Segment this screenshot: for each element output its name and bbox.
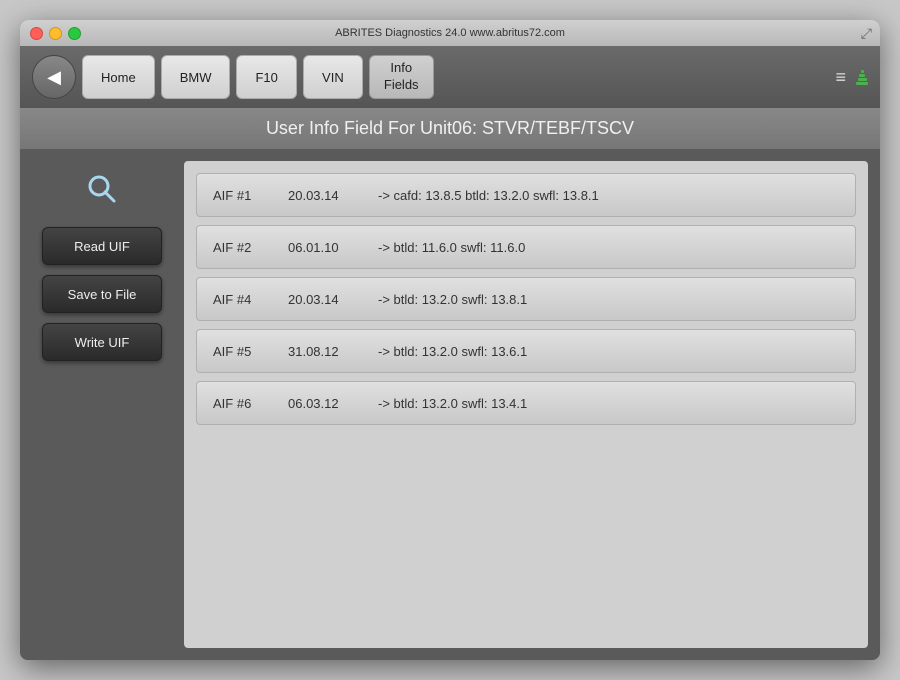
save-to-file-button[interactable]: Save to File [42,275,162,313]
write-uif-button[interactable]: Write UIF [42,323,162,361]
toolbar: ◀ Home BMW F10 VIN Info Fields ≡ [20,46,880,108]
main-window: ABRITES Diagnostics 24.0 www.abritus72.c… [20,20,880,660]
read-uif-button[interactable]: Read UIF [42,227,162,265]
vin-button[interactable]: VIN [303,55,363,99]
aif-value: -> btld: 13.2.0 swfl: 13.6.1 [378,344,527,359]
aif-date: 20.03.14 [288,292,358,307]
aif-value: -> cafd: 13.8.5 btld: 13.2.0 swfl: 13.8.… [378,188,599,203]
aif-date: 06.03.12 [288,396,358,411]
maximize-button[interactable] [68,27,81,40]
toolbar-icons: ≡ [835,67,868,88]
back-button[interactable]: ◀ [32,55,76,99]
search-button[interactable] [84,171,120,207]
aif-label: AIF #2 [213,240,268,255]
aif-value: -> btld: 13.2.0 swfl: 13.4.1 [378,396,527,411]
aif-date: 31.08.12 [288,344,358,359]
home-button[interactable]: Home [82,55,155,99]
data-panel: AIF #1 20.03.14 -> cafd: 13.8.5 btld: 13… [184,161,868,648]
aif-date: 06.01.10 [288,240,358,255]
info-fields-button[interactable]: Info Fields [369,55,434,99]
aif-label: AIF #4 [213,292,268,307]
page-title: User Info Field For Unit06: STVR/TEBF/TS… [40,118,860,139]
aif-value: -> btld: 13.2.0 swfl: 13.8.1 [378,292,527,307]
aif-date: 20.03.14 [288,188,358,203]
content-area: User Info Field For Unit06: STVR/TEBF/TS… [20,108,880,660]
aif-row[interactable]: AIF #1 20.03.14 -> cafd: 13.8.5 btld: 13… [196,173,856,217]
close-button[interactable] [30,27,43,40]
menu-icon[interactable]: ≡ [835,67,846,88]
aif-row[interactable]: AIF #4 20.03.14 -> btld: 13.2.0 swfl: 13… [196,277,856,321]
aif-label: AIF #1 [213,188,268,203]
page-title-bar: User Info Field For Unit06: STVR/TEBF/TS… [20,108,880,149]
window-controls [30,27,81,40]
aif-label: AIF #6 [213,396,268,411]
aif-row[interactable]: AIF #2 06.01.10 -> btld: 11.6.0 swfl: 11… [196,225,856,269]
main-layout: Read UIF Save to File Write UIF AIF #1 2… [20,149,880,660]
resize-icon: ⤢ [861,25,872,42]
aif-label: AIF #5 [213,344,268,359]
f10-button[interactable]: F10 [236,55,296,99]
aif-value: -> btld: 11.6.0 swfl: 11.6.0 [378,240,525,255]
wifi-icon[interactable] [856,70,868,85]
aif-row[interactable]: AIF #6 06.03.12 -> btld: 13.2.0 swfl: 13… [196,381,856,425]
title-bar: ABRITES Diagnostics 24.0 www.abritus72.c… [20,20,880,46]
aif-row[interactable]: AIF #5 31.08.12 -> btld: 13.2.0 swfl: 13… [196,329,856,373]
minimize-button[interactable] [49,27,62,40]
sidebar: Read UIF Save to File Write UIF [32,161,172,648]
back-icon: ◀ [47,67,61,88]
window-title: ABRITES Diagnostics 24.0 www.abritus72.c… [335,27,565,39]
bmw-button[interactable]: BMW [161,55,231,99]
